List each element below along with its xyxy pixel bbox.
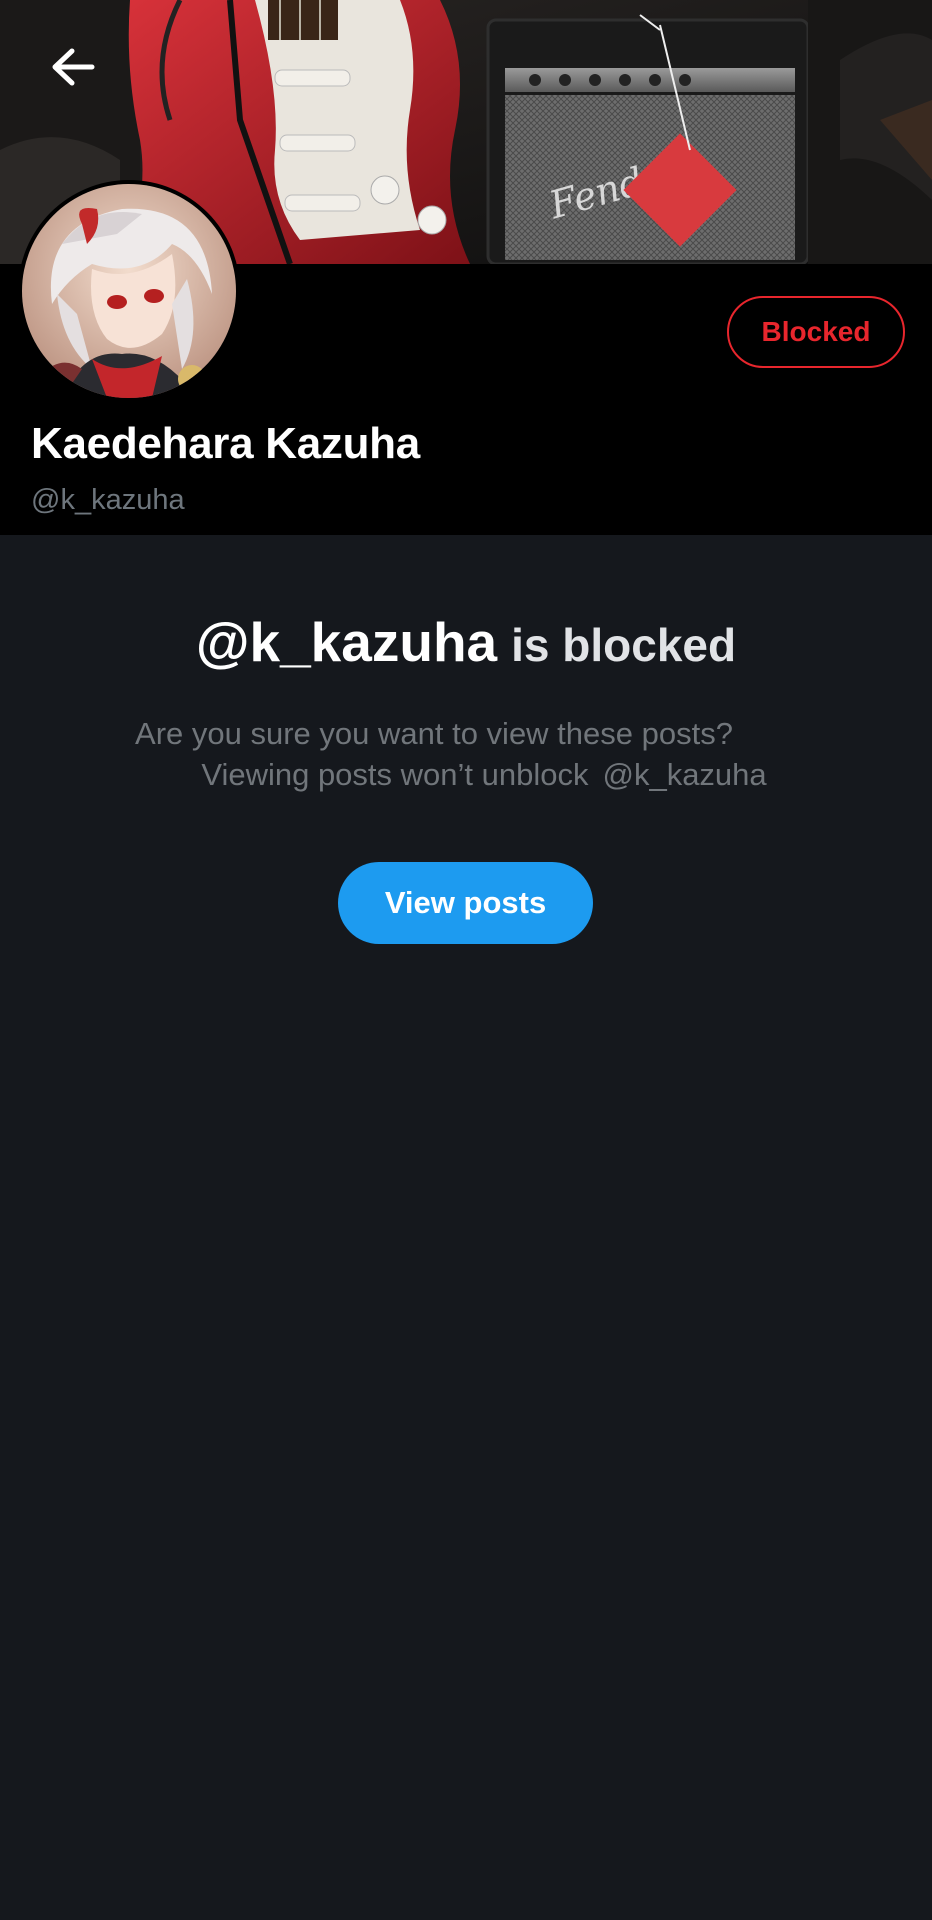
display-name: Kaedehara Kazuha <box>31 419 420 468</box>
blocked-title: @k_kazuha is blocked <box>0 610 932 674</box>
avatar[interactable] <box>22 184 236 398</box>
blocked-description-prefix: Viewing posts won’t unblock <box>201 757 589 792</box>
blocked-description-line1: Are you sure you want to view these post… <box>135 716 733 751</box>
profile-handle: @k_kazuha <box>31 484 185 516</box>
blocked-description-line2: Viewing posts won’t unblock @k_kazuha <box>18 757 932 793</box>
view-posts-button[interactable]: View posts <box>338 862 593 944</box>
blocked-description-handle: @k_kazuha <box>602 757 767 792</box>
blocked-title-handle: @k_kazuha <box>195 611 498 673</box>
avatar-image <box>22 184 236 398</box>
arrow-left-icon <box>52 48 95 86</box>
blocked-button[interactable]: Blocked <box>727 296 905 368</box>
blocked-title-suffix: is blocked <box>511 619 737 671</box>
back-button[interactable] <box>38 38 108 96</box>
